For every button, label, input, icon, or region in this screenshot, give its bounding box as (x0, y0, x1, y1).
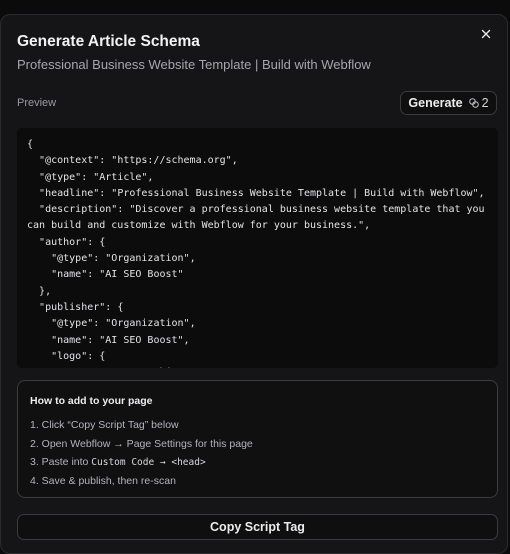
instructions-title: How to add to your page (30, 395, 153, 407)
credit-cost: 2 (468, 96, 489, 110)
step-code: Custom Code → <head> (91, 457, 206, 469)
coins-icon (468, 98, 479, 108)
instruction-step: 1. Click “Copy Script Tag” below (30, 419, 179, 431)
instruction-step: 2. Open Webflow → Page Settings for this… (30, 437, 253, 450)
schema-code: { "@context": "https://schema.org", "@ty… (27, 139, 485, 368)
close-icon (481, 29, 491, 39)
instructions-panel: How to add to your page 1. Click “Copy S… (17, 380, 498, 498)
instruction-step: 4. Save & publish, then re-scan (30, 474, 176, 487)
generate-schema-dialog: Generate Article Schema Professional Bus… (0, 14, 508, 554)
dialog-title: Generate Article Schema (17, 33, 200, 50)
dialog-subtitle: Professional Business Website Template |… (17, 57, 371, 72)
generate-button[interactable]: Generate 2 (400, 91, 497, 115)
copy-script-tag-button[interactable]: Copy Script Tag (17, 514, 498, 540)
close-button[interactable] (475, 23, 497, 45)
credit-count: 2 (481, 96, 489, 110)
preview-label: Preview (17, 97, 57, 109)
generate-button-label: Generate (408, 96, 463, 110)
instruction-step: 3. Paste into Custom Code → <head> (30, 453, 485, 472)
step-text: 3. Paste into (30, 456, 92, 469)
copy-button-label: Copy Script Tag (210, 520, 305, 534)
schema-preview[interactable]: { "@context": "https://schema.org", "@ty… (17, 128, 498, 368)
